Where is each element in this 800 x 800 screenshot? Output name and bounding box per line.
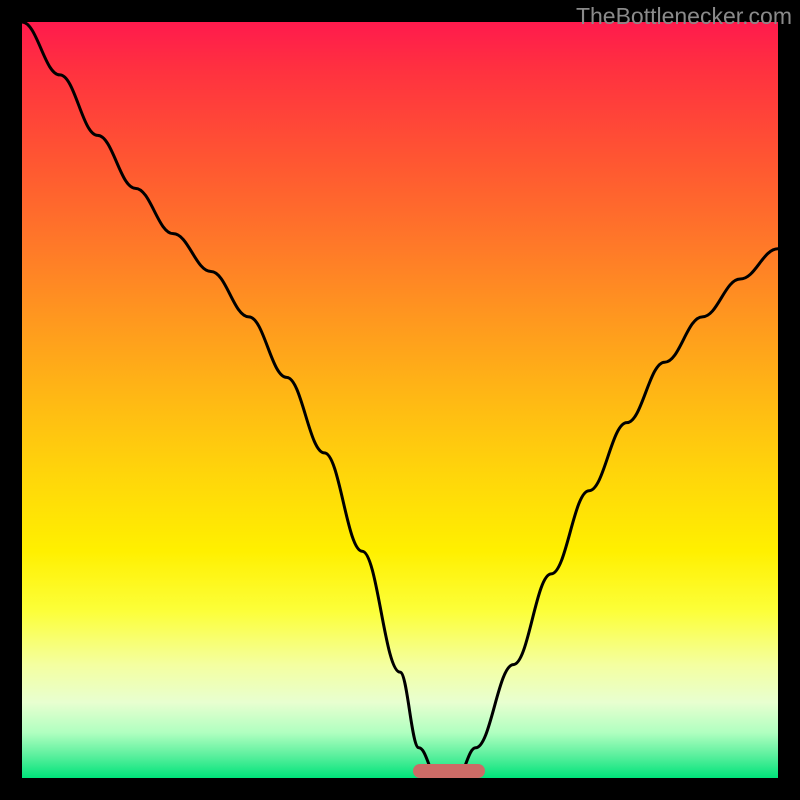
bottleneck-curve [22, 22, 778, 778]
plot-area [22, 22, 778, 778]
chart-frame [22, 22, 778, 778]
optimal-range-marker [413, 764, 485, 778]
bottleneck-curve-path [22, 22, 778, 778]
watermark-text: TheBottlenecker.com [576, 3, 792, 30]
